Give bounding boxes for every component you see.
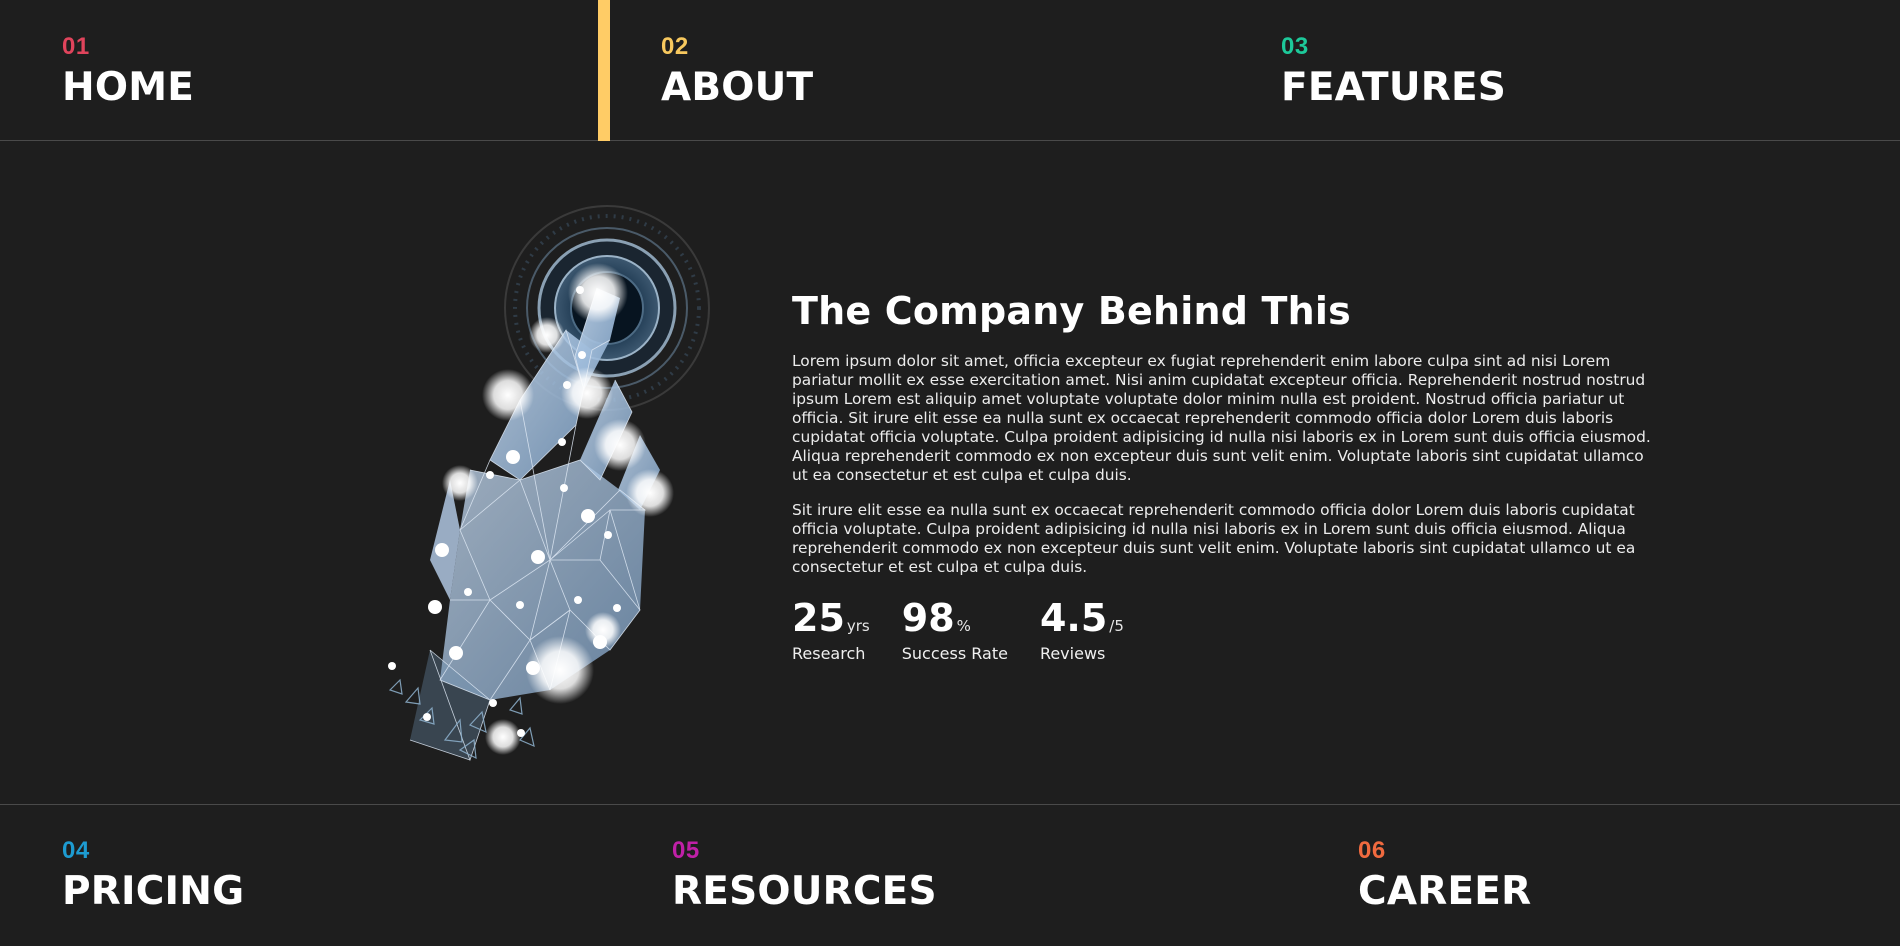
about-paragraph-2: Sit irure elit esse ea nulla sunt ex occ… xyxy=(792,501,1636,576)
stat-reviews: 4.5 /5 Reviews xyxy=(1040,597,1124,665)
stat-success-rate-value: 98 xyxy=(901,596,955,640)
stat-success-rate: 98 % Success Rate xyxy=(902,597,1008,665)
nav-about[interactable]: 02 ABOUT xyxy=(661,34,813,110)
stat-research-unit: yrs xyxy=(846,617,870,635)
nav-about-label: ABOUT xyxy=(661,65,814,110)
stat-research-label: Research xyxy=(792,644,866,663)
nav-home[interactable]: 01 HOME xyxy=(62,34,194,110)
nav-career-number: 06 xyxy=(1358,837,1386,864)
robotic-hand-touch-icon xyxy=(370,180,720,770)
stat-research: 25 yrs Research xyxy=(792,597,870,665)
top-navigation: 01 HOME 02 ABOUT 03 FEATURES xyxy=(0,0,1900,141)
stat-reviews-label: Reviews xyxy=(1039,644,1106,663)
stat-research-value: 25 xyxy=(792,596,845,640)
stat-reviews-value: 4.5 xyxy=(1039,596,1108,640)
nav-career-label: CAREER xyxy=(1358,869,1532,914)
nav-features[interactable]: 03 FEATURES xyxy=(1281,34,1506,110)
nav-resources-label: RESOURCES xyxy=(672,869,937,914)
bottom-navigation: 04 PRICING 05 RESOURCES 06 CAREER xyxy=(0,804,1900,946)
nav-home-number: 01 xyxy=(62,33,90,60)
nav-home-label: HOME xyxy=(62,65,195,110)
nav-features-number: 03 xyxy=(1281,33,1309,60)
nav-about-number: 02 xyxy=(661,33,689,60)
nav-pricing[interactable]: 04 PRICING xyxy=(62,838,244,914)
nav-pricing-number: 04 xyxy=(62,837,90,864)
about-paragraph-1: Lorem ipsum dolor sit amet, officia exce… xyxy=(792,352,1651,484)
stats-row: 25 yrs Research 98 % Success Rate 4.5 /5… xyxy=(792,597,1662,665)
about-content: The Company Behind This Lorem ipsum dolo… xyxy=(792,282,1662,665)
active-indicator-bar xyxy=(598,0,610,141)
nav-pricing-label: PRICING xyxy=(62,869,245,914)
nav-resources-number: 05 xyxy=(672,837,700,864)
stat-reviews-unit: /5 xyxy=(1109,617,1124,635)
stat-success-rate-label: Success Rate xyxy=(901,644,1008,663)
stat-success-rate-unit: % xyxy=(956,617,971,635)
nav-resources[interactable]: 05 RESOURCES xyxy=(672,838,937,914)
nav-career[interactable]: 06 CAREER xyxy=(1358,838,1531,914)
page-title: The Company Behind This xyxy=(792,289,1351,333)
nav-features-label: FEATURES xyxy=(1281,65,1507,110)
